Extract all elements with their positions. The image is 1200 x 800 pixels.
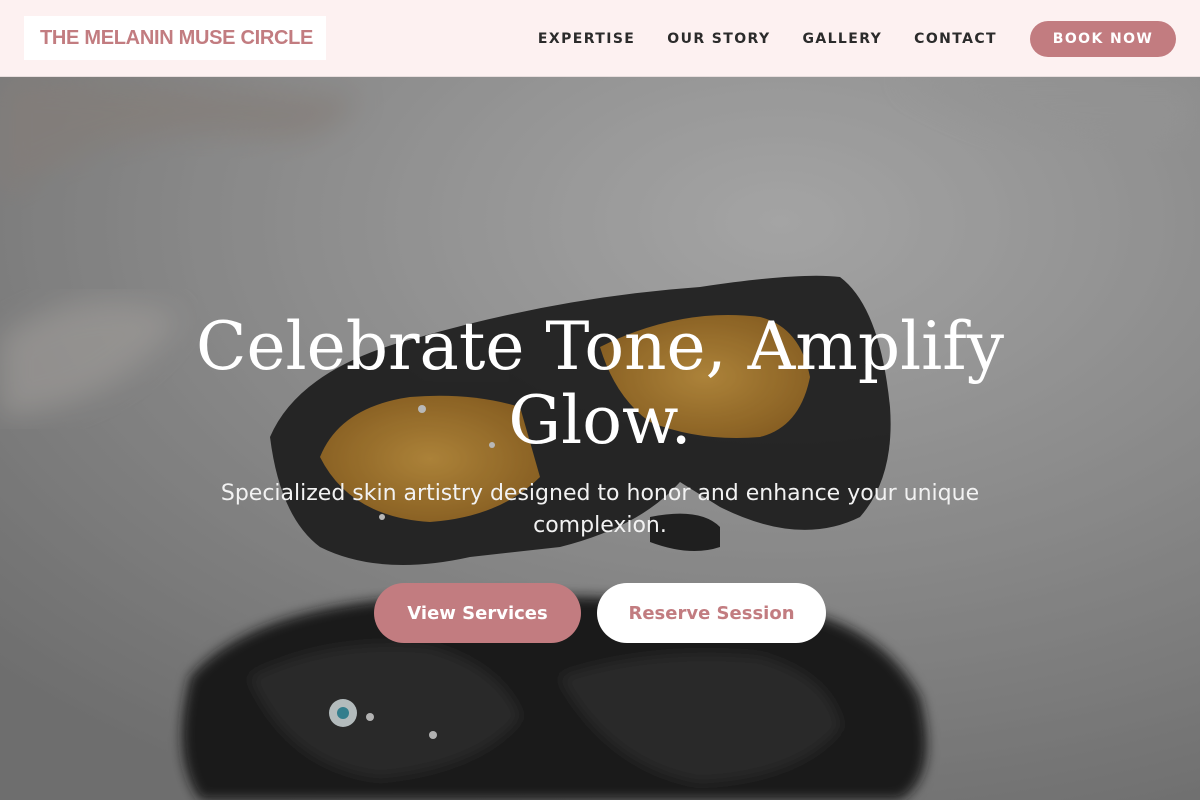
hero-section: Celebrate Tone, Amplify Glow. Specialize… bbox=[0, 77, 1200, 800]
hero-content: Celebrate Tone, Amplify Glow. Specialize… bbox=[0, 77, 1200, 800]
main-nav: EXPERTISE OUR STORY GALLERY CONTACT BOOK… bbox=[538, 0, 1176, 77]
hero-title: Celebrate Tone, Amplify Glow. bbox=[195, 308, 1005, 459]
nav-item-expertise[interactable]: EXPERTISE bbox=[538, 31, 635, 47]
nav-item-gallery[interactable]: GALLERY bbox=[802, 31, 882, 47]
reserve-session-button[interactable]: Reserve Session bbox=[597, 583, 826, 643]
nav-item-our-story[interactable]: OUR STORY bbox=[667, 31, 770, 47]
hero-subtitle: Specialized skin artistry designed to ho… bbox=[220, 481, 980, 538]
site-header: THE MELANIN MUSE CIRCLE EXPERTISE OUR ST… bbox=[0, 0, 1200, 77]
view-services-button[interactable]: View Services bbox=[374, 583, 581, 643]
nav-item-contact[interactable]: CONTACT bbox=[914, 31, 997, 47]
site-logo[interactable]: THE MELANIN MUSE CIRCLE bbox=[24, 16, 326, 60]
book-now-button[interactable]: BOOK NOW bbox=[1030, 20, 1176, 57]
